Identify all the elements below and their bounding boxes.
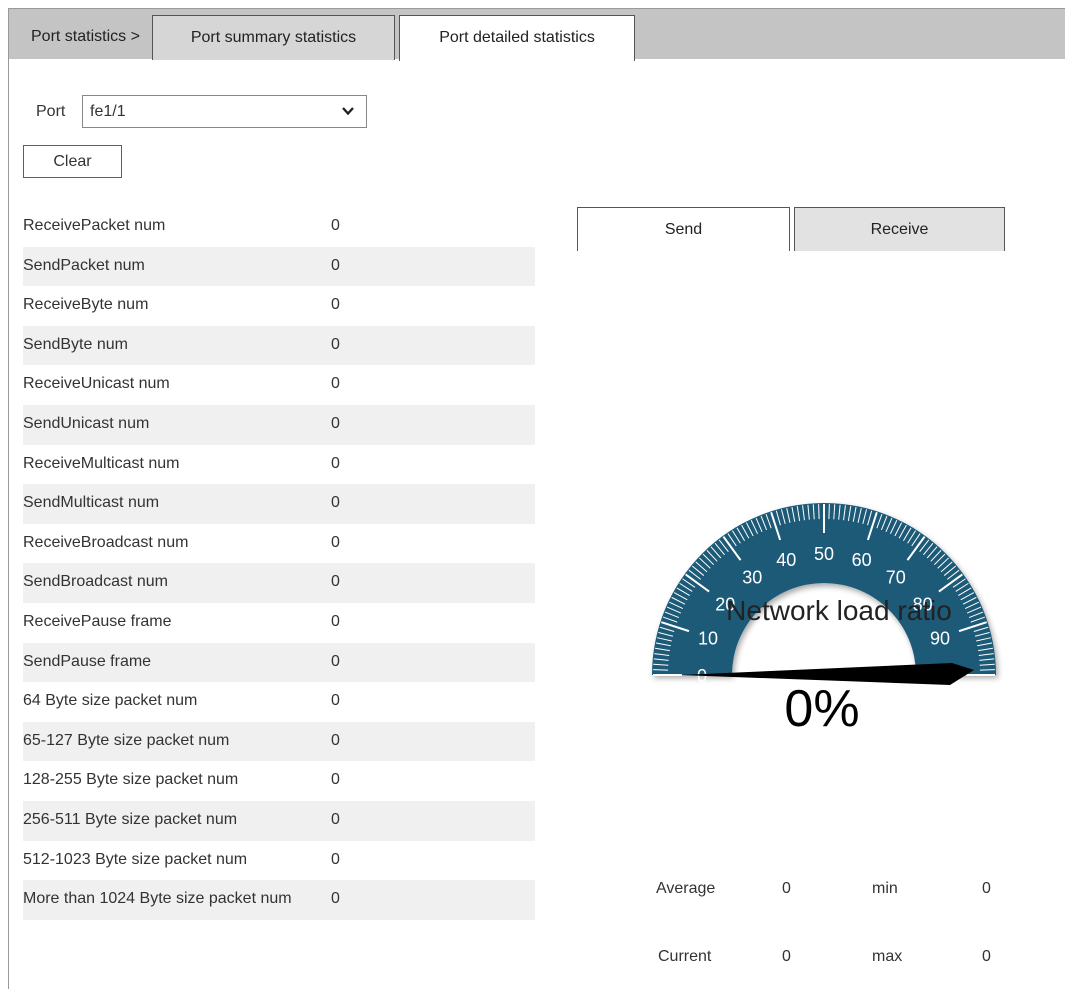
tab-send[interactable]: Send xyxy=(577,207,790,251)
stat-value: 0 xyxy=(331,850,340,868)
breadcrumb[interactable]: Port statistics > xyxy=(31,28,140,46)
chevron-down-icon xyxy=(342,107,354,116)
gauge-title: Network load ratio xyxy=(726,595,952,626)
stats-table: ReceivePacket num 0 SendPacket num 0 Recei… xyxy=(23,207,535,920)
port-select-value: fe1/1 xyxy=(90,103,126,120)
average-value: 0 xyxy=(782,880,791,897)
stat-value: 0 xyxy=(331,652,340,670)
stat-label: SendUnicast num xyxy=(23,414,150,432)
stat-label: 65-127 Byte size packet num xyxy=(23,731,230,749)
table-row: ReceiveByte num 0 xyxy=(23,286,535,326)
table-row: ReceivePacket num 0 xyxy=(23,207,535,247)
stat-label: SendByte num xyxy=(23,335,128,353)
average-label: Average xyxy=(656,880,716,897)
gauge-tick-label: 0 xyxy=(697,666,707,686)
port-select[interactable]: fe1/1 xyxy=(82,95,367,128)
table-row: SendUnicast num 0 xyxy=(23,404,535,445)
table-row: SendPause frame 0 xyxy=(23,642,535,683)
stat-label: ReceiveBroadcast num xyxy=(23,533,189,551)
current-label: Current xyxy=(658,948,712,965)
gauge-tick-label: 30 xyxy=(742,567,762,587)
table-row: SendBroadcast num 0 xyxy=(23,563,535,603)
stat-label: SendMulticast num xyxy=(23,494,160,512)
stat-label: 512-1023 Byte size packet num xyxy=(23,850,248,868)
stat-value: 0 xyxy=(331,375,340,393)
stat-label: ReceiveMulticast num xyxy=(23,454,180,472)
table-row: SendPacket num 0 xyxy=(23,246,535,287)
stat-value: 0 xyxy=(331,296,340,314)
current-value: 0 xyxy=(782,948,791,965)
stat-value: 0 xyxy=(331,335,340,353)
stat-value: 0 xyxy=(331,771,340,789)
table-row: 64 Byte size packet num 0 xyxy=(23,682,535,722)
gauge-tick-label: 70 xyxy=(886,567,906,587)
stat-value: 0 xyxy=(331,692,340,710)
table-row: 256-511 Byte size packet num 0 xyxy=(23,800,535,841)
stat-value: 0 xyxy=(331,731,340,749)
stat-label: ReceivePacket num xyxy=(23,217,166,234)
network-load-gauge: 0102030405060708090100 Network load rati… xyxy=(652,503,996,738)
stat-label: SendPause frame xyxy=(23,652,152,670)
stat-label: More than 1024 Byte size packet num xyxy=(23,890,292,908)
table-row: SendMulticast num 0 xyxy=(23,484,535,524)
tab-port-detailed-statistics[interactable]: Port detailed statistics xyxy=(399,15,635,61)
clear-button[interactable]: Clear xyxy=(23,145,122,178)
table-row: 512-1023 Byte size packet num 0 xyxy=(23,841,535,881)
gauge-tick-label: 60 xyxy=(852,550,872,570)
table-row: ReceiveMulticast num 0 xyxy=(23,445,535,485)
max-value: 0 xyxy=(982,948,991,965)
stat-label: 64 Byte size packet num xyxy=(23,692,198,710)
stat-value: 0 xyxy=(331,573,340,591)
port-label: Port xyxy=(36,103,66,120)
stat-value: 0 xyxy=(331,533,340,551)
table-row: ReceivePause frame 0 xyxy=(23,603,535,643)
min-label: min xyxy=(872,880,898,897)
gauge-value: 0% xyxy=(784,680,859,738)
stat-value: 0 xyxy=(331,810,340,828)
gauge-tick-label: 40 xyxy=(776,550,796,570)
stat-label: 256-511 Byte size packet num xyxy=(23,810,238,828)
table-row: ReceiveBroadcast num 0 xyxy=(23,524,535,564)
table-row: ReceiveUnicast num 0 xyxy=(23,365,535,405)
stat-label: ReceiveByte num xyxy=(23,296,149,314)
stat-value: 0 xyxy=(331,256,340,274)
tab-receive[interactable]: Receive xyxy=(794,207,1005,251)
stat-value: 0 xyxy=(331,612,340,630)
table-row: More than 1024 Byte size packet num 0 xyxy=(23,880,535,920)
stat-value: 0 xyxy=(331,494,340,512)
stat-value: 0 xyxy=(331,414,340,432)
table-row: 65-127 Byte size packet num 0 xyxy=(23,721,535,762)
stat-value: 0 xyxy=(331,890,340,908)
stat-label: 128-255 Byte size packet num xyxy=(23,771,239,789)
stat-label: ReceiveUnicast num xyxy=(23,375,170,393)
min-value: 0 xyxy=(982,880,991,897)
stat-label: ReceivePause frame xyxy=(23,612,172,630)
tab-port-summary-statistics[interactable]: Port summary statistics xyxy=(152,15,395,60)
stat-value: 0 xyxy=(331,217,340,234)
max-label: max xyxy=(872,948,903,965)
gauge-tick-label: 10 xyxy=(698,628,718,648)
stat-label: SendPacket num xyxy=(23,256,145,274)
table-row: SendByte num 0 xyxy=(23,325,535,366)
table-row: 128-255 Byte size packet num 0 xyxy=(23,761,535,801)
stat-value: 0 xyxy=(331,454,340,472)
gauge-tick-label: 50 xyxy=(814,544,834,564)
gauge-tick-label: 90 xyxy=(930,628,950,648)
stat-label: SendBroadcast num xyxy=(23,573,168,591)
